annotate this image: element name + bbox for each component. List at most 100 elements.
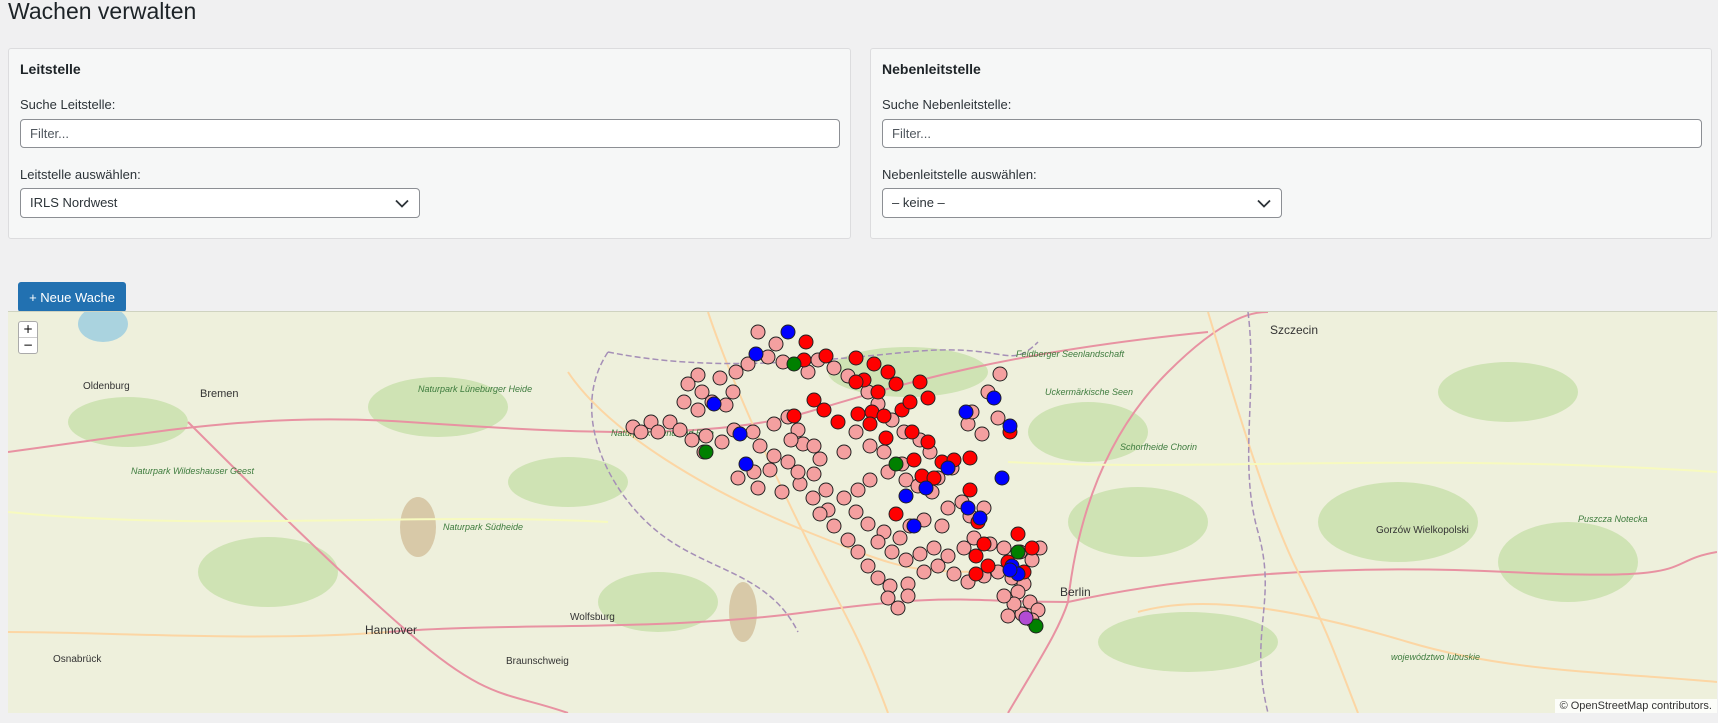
station-marker-red[interactable]: [902, 394, 918, 410]
station-marker-blue[interactable]: [940, 460, 956, 476]
station-marker-pink[interactable]: [766, 448, 782, 464]
station-marker-red[interactable]: [848, 350, 864, 366]
zoom-out-button[interactable]: −: [19, 337, 37, 353]
station-marker-pink[interactable]: [860, 558, 876, 574]
station-marker-pink[interactable]: [996, 540, 1012, 556]
station-marker-pink[interactable]: [862, 438, 878, 454]
station-marker-red[interactable]: [912, 374, 928, 390]
station-marker-pink[interactable]: [990, 410, 1006, 426]
station-marker-red[interactable]: [904, 424, 920, 440]
station-marker-pink[interactable]: [728, 364, 744, 380]
station-marker-red[interactable]: [866, 356, 882, 372]
station-marker-pink[interactable]: [790, 464, 806, 480]
station-marker-red[interactable]: [1010, 526, 1026, 542]
station-marker-pink[interactable]: [836, 490, 852, 506]
nebenleitstelle-search-input[interactable]: [882, 119, 1702, 148]
station-marker-red[interactable]: [888, 376, 904, 392]
station-marker-red[interactable]: [798, 334, 814, 350]
station-marker-red[interactable]: [888, 506, 904, 522]
station-marker-green[interactable]: [698, 444, 714, 460]
station-marker-green[interactable]: [1010, 544, 1026, 560]
station-marker-blue[interactable]: [748, 346, 764, 362]
station-marker-pink[interactable]: [870, 570, 886, 586]
station-marker-red[interactable]: [850, 406, 866, 422]
station-marker-red[interactable]: [906, 452, 922, 468]
station-marker-blue[interactable]: [1002, 418, 1018, 434]
station-marker-red[interactable]: [818, 348, 834, 364]
station-marker-pink[interactable]: [884, 544, 900, 560]
station-marker-pink[interactable]: [676, 394, 692, 410]
station-marker-blue[interactable]: [972, 510, 988, 526]
station-marker-pink[interactable]: [750, 324, 766, 340]
station-marker-red[interactable]: [862, 416, 878, 432]
station-marker-pink[interactable]: [690, 402, 706, 418]
station-marker-pink[interactable]: [826, 518, 842, 534]
station-marker-pink[interactable]: [992, 366, 1008, 382]
station-marker-red[interactable]: [962, 450, 978, 466]
station-marker-pink[interactable]: [898, 552, 914, 568]
station-marker-pink[interactable]: [860, 516, 876, 532]
station-marker-pink[interactable]: [826, 360, 842, 376]
station-marker-pink[interactable]: [768, 336, 784, 352]
station-marker-pink[interactable]: [848, 424, 864, 440]
station-marker-pink[interactable]: [725, 384, 741, 400]
leitstelle-select[interactable]: IRLS Nordwest: [20, 188, 420, 218]
station-marker-pink[interactable]: [850, 544, 866, 560]
station-marker-pink[interactable]: [766, 416, 782, 432]
station-markers[interactable]: [8, 312, 1717, 713]
station-marker-pink[interactable]: [840, 532, 856, 548]
station-marker-red[interactable]: [878, 430, 894, 446]
station-marker-blue[interactable]: [732, 426, 748, 442]
station-marker-pink[interactable]: [850, 482, 866, 498]
station-marker-red[interactable]: [968, 548, 984, 564]
station-marker-pink[interactable]: [774, 484, 790, 500]
station-marker-red[interactable]: [806, 392, 822, 408]
station-marker-blue[interactable]: [986, 390, 1002, 406]
station-marker-red[interactable]: [876, 408, 892, 424]
station-marker-blue[interactable]: [1002, 562, 1018, 578]
station-marker-pink[interactable]: [818, 482, 834, 498]
station-marker-red[interactable]: [980, 558, 996, 574]
nebenleitstelle-select[interactable]: – keine –: [882, 188, 1282, 218]
station-marker-pink[interactable]: [680, 376, 696, 392]
station-marker-blue[interactable]: [906, 518, 922, 534]
station-marker-pink[interactable]: [712, 370, 728, 386]
station-marker-blue[interactable]: [960, 500, 976, 516]
station-marker-pink[interactable]: [940, 500, 956, 516]
station-marker-pink[interactable]: [1000, 608, 1016, 624]
station-marker-red[interactable]: [962, 482, 978, 498]
station-marker-blue[interactable]: [958, 404, 974, 420]
station-marker-pink[interactable]: [762, 462, 778, 478]
station-marker-red[interactable]: [870, 384, 886, 400]
new-station-button[interactable]: + Neue Wache: [18, 282, 126, 312]
station-marker-red[interactable]: [920, 390, 936, 406]
station-marker-pink[interactable]: [812, 451, 828, 467]
station-marker-purple[interactable]: [1018, 610, 1034, 626]
station-marker-blue[interactable]: [706, 396, 722, 412]
station-marker-blue[interactable]: [918, 480, 934, 496]
station-marker-pink[interactable]: [848, 504, 864, 520]
station-marker-pink[interactable]: [806, 438, 822, 454]
station-marker-pink[interactable]: [946, 566, 962, 582]
leitstelle-search-input[interactable]: [20, 119, 840, 148]
station-marker-blue[interactable]: [994, 470, 1010, 486]
station-marker-pink[interactable]: [714, 434, 730, 450]
station-marker-red[interactable]: [848, 374, 864, 390]
station-marker-pink[interactable]: [672, 422, 688, 438]
station-marker-pink[interactable]: [862, 472, 878, 488]
station-marker-red[interactable]: [830, 414, 846, 430]
station-marker-pink[interactable]: [805, 490, 821, 506]
station-marker-red[interactable]: [880, 364, 896, 380]
station-marker-pink[interactable]: [916, 564, 932, 580]
station-marker-pink[interactable]: [745, 424, 761, 440]
station-marker-pink[interactable]: [812, 506, 828, 522]
station-marker-green[interactable]: [888, 456, 904, 472]
station-marker-pink[interactable]: [912, 546, 928, 562]
station-marker-red[interactable]: [976, 536, 992, 552]
station-marker-blue[interactable]: [780, 324, 796, 340]
station-marker-pink[interactable]: [930, 558, 946, 574]
station-marker-green[interactable]: [786, 356, 802, 372]
station-marker-red[interactable]: [920, 434, 936, 450]
station-marker-red[interactable]: [968, 566, 984, 582]
station-marker-pink[interactable]: [633, 424, 649, 440]
